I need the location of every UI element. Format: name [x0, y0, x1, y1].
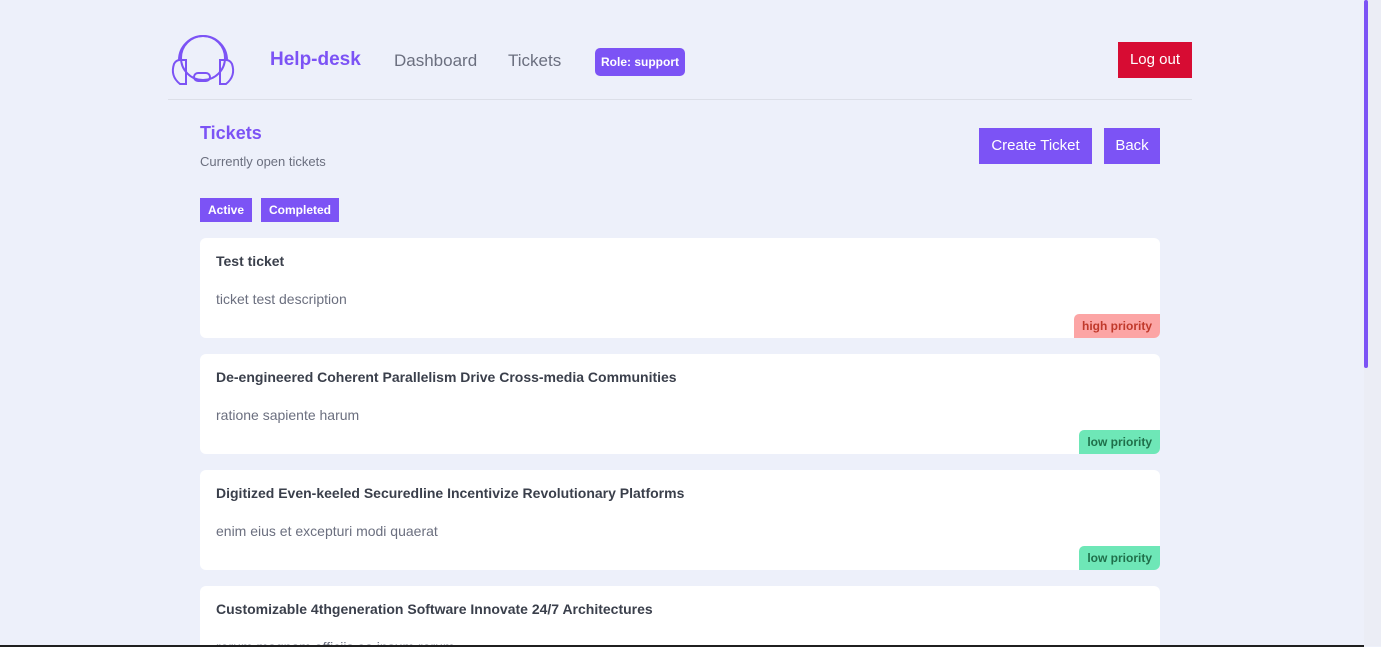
- role-badge: Role: support: [595, 48, 685, 76]
- bottom-strip: [0, 647, 1381, 658]
- ticket-description: enim eius et excepturi modi quaerat: [216, 523, 438, 539]
- filter-active-button[interactable]: Active: [200, 198, 253, 222]
- ticket-title: De-engineered Coherent Parallelism Drive…: [216, 369, 677, 385]
- logout-button[interactable]: Log out: [1118, 42, 1192, 78]
- ticket-card[interactable]: Test ticket ticket test description high…: [200, 238, 1160, 338]
- vertical-scrollbar[interactable]: [1364, 0, 1381, 646]
- priority-badge: high priority: [1074, 314, 1160, 338]
- page-subtitle: Currently open tickets: [200, 154, 326, 169]
- back-button[interactable]: Back: [1104, 128, 1160, 164]
- ticket-title: Customizable 4thgeneration Software Inno…: [216, 601, 653, 617]
- priority-badge: low priority: [1079, 546, 1160, 570]
- top-navbar: Help-desk Dashboard Tickets Role: suppor…: [168, 30, 1192, 100]
- create-ticket-button[interactable]: Create Ticket: [979, 128, 1092, 164]
- ticket-card[interactable]: De-engineered Coherent Parallelism Drive…: [200, 354, 1160, 454]
- nav-tickets-link[interactable]: Tickets: [508, 51, 561, 71]
- nav-dashboard-link[interactable]: Dashboard: [394, 51, 477, 71]
- ticket-description: ticket test description: [216, 291, 347, 307]
- scrollbar-thumb[interactable]: [1364, 0, 1368, 368]
- app-viewport: Help-desk Dashboard Tickets Role: suppor…: [0, 0, 1381, 658]
- ticket-title: Digitized Even-keeled Securedline Incent…: [216, 485, 685, 501]
- page-title: Tickets: [200, 123, 262, 143]
- ticket-title: Test ticket: [216, 253, 285, 269]
- filter-completed-button[interactable]: Completed: [261, 198, 340, 222]
- priority-badge: low priority: [1079, 430, 1160, 454]
- ticket-description: ratione sapiente harum: [216, 407, 360, 423]
- brand-link[interactable]: Help-desk: [270, 49, 361, 71]
- ticket-card[interactable]: Digitized Even-keeled Securedline Incent…: [200, 470, 1160, 570]
- headset-icon[interactable]: [168, 30, 238, 90]
